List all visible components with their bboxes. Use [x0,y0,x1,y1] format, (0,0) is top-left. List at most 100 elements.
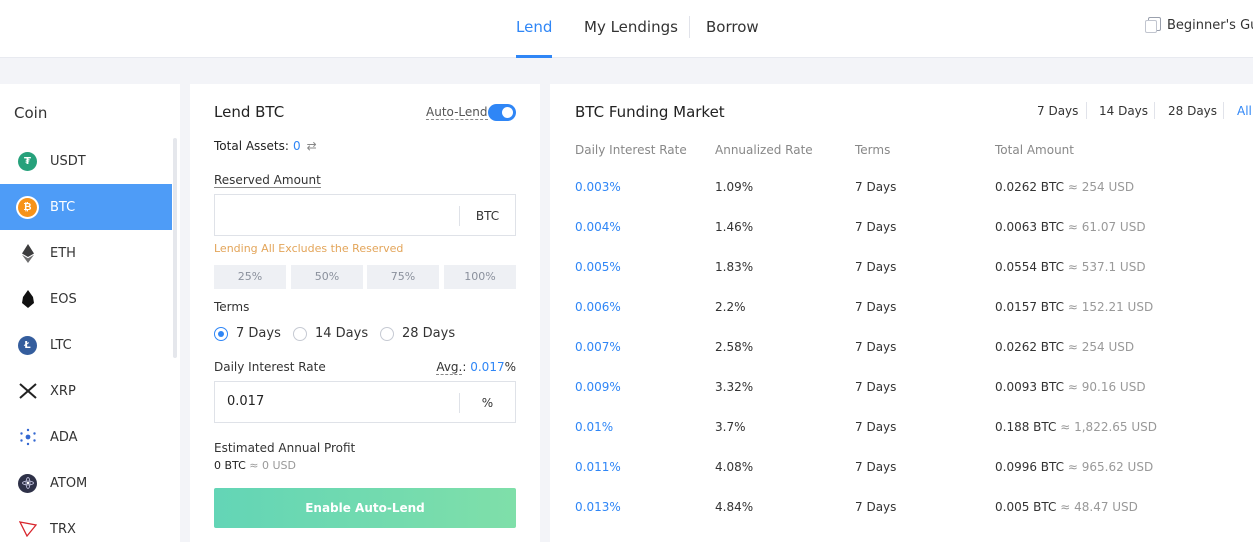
ethereum-icon [18,243,37,263]
percent-100-button[interactable]: 100% [444,265,516,289]
total-assets-label: Total Assets: [214,139,289,153]
coin-item-usdt[interactable]: ₮ USDT [0,138,172,184]
percent-50-button[interactable]: 50% [291,265,363,289]
radio-dot [380,326,394,341]
tab-borrow[interactable]: Borrow [706,18,759,58]
tab-divider [689,16,690,38]
coin-item-xrp[interactable]: XRP [0,368,172,414]
row-annualized-rate: 4.08% [715,460,754,474]
row-term: 7 Days [855,460,897,474]
term-radio-7-days[interactable]: 7 Days [214,326,281,341]
row-amount-btc: 0.005 BTC [995,500,1057,514]
row-amount-btc: 0.188 BTC [995,420,1057,434]
reserved-amount-input[interactable]: BTC [214,194,516,236]
row-daily-rate[interactable]: 0.005% [575,260,621,274]
row-total-amount: 0.0063 BTC ≈ 61.07 USD [995,220,1146,234]
row-total-amount: 0.188 BTC ≈ 1,822.65 USD [995,420,1157,434]
enable-auto-lend-button[interactable]: Enable Auto-Lend [214,488,516,528]
row-term: 7 Days [855,300,897,314]
row-daily-rate[interactable]: 0.007% [575,340,621,354]
coin-label: EOS [50,291,77,307]
filter-7-days[interactable]: 7 Days [1037,104,1078,118]
row-annualized-rate: 1.83% [715,260,754,274]
auto-lend-toggle[interactable] [488,104,516,121]
filter-all[interactable]: All [1237,104,1252,118]
terms-label: Terms [214,300,250,314]
row-amount-usd: ≈ 254 USD [1067,180,1135,194]
lend-form-panel: Lend BTC Auto-Lend Total Assets: 0 ⇄ Reser… [190,84,540,542]
estimated-profit-btc: 0 BTC [214,459,246,472]
filter-divider [1086,102,1087,119]
column-header-daily-rate: Daily Interest Rate [575,143,687,157]
funding-market-title: BTC Funding Market [575,103,725,121]
filter-28-days[interactable]: 28 Days [1168,104,1217,118]
row-term: 7 Days [855,180,897,194]
percent-25-button[interactable]: 25% [214,265,286,289]
term-radio-28-days[interactable]: 28 Days [380,326,455,341]
coin-list-scrollbar[interactable] [173,138,177,358]
auto-lend-label[interactable]: Auto-Lend [426,105,488,120]
row-amount-usd: ≈ 965.62 USD [1067,460,1154,474]
total-assets-value: 0 [292,139,301,153]
row-annualized-rate: 2.2% [715,300,746,314]
term-label: 28 Days [402,326,456,341]
radio-dot [293,326,307,341]
row-amount-btc: 0.0093 BTC [995,380,1065,394]
term-radio-14-days[interactable]: 14 Days [293,326,368,341]
row-term: 7 Days [855,340,897,354]
coin-item-ltc[interactable]: Ł LTC [0,322,172,368]
row-amount-usd: ≈ 1,822.65 USD [1060,420,1157,434]
row-daily-rate[interactable]: 0.003% [575,180,621,194]
daily-interest-rate-unit: % [459,393,515,413]
row-amount-btc: 0.0996 BTC [995,460,1065,474]
row-term: 7 Days [855,380,897,394]
row-daily-rate[interactable]: 0.006% [575,300,621,314]
percent-75-button[interactable]: 75% [367,265,439,289]
average-rate: Avg.: 0.017% [436,360,516,375]
row-daily-rate[interactable]: 0.01% [575,420,613,434]
row-amount-usd: ≈ 152.21 USD [1067,300,1154,314]
reserved-amount-unit: BTC [459,206,515,226]
row-total-amount: 0.0262 BTC ≈ 254 USD [995,180,1134,194]
row-daily-rate[interactable]: 0.004% [575,220,621,234]
average-label: Avg. [436,360,463,375]
cardano-icon [18,428,37,447]
row-total-amount: 0.0093 BTC ≈ 90.16 USD [995,380,1146,394]
daily-interest-rate-value: 0.017 [227,394,265,409]
estimated-profit-value: 0 BTC ≈ 0 USD [214,459,296,472]
row-annualized-rate: 3.32% [715,380,754,394]
tab-lend[interactable]: Lend [516,18,553,58]
coin-item-btc[interactable]: ₿ BTC [0,184,172,230]
coin-item-eos[interactable]: EOS [0,276,172,322]
lend-title: Lend BTC [214,103,285,121]
term-label: 7 Days [236,326,281,341]
cosmos-icon [18,473,37,493]
reserved-amount-label: Reserved Amount [214,173,321,188]
book-icon [1145,17,1161,33]
estimated-profit-usd: ≈ 0 USD [249,459,297,472]
tab-my-lendings[interactable]: My Lendings [584,18,678,58]
funding-market-panel: BTC Funding Market 7 Days 14 Days 28 Day… [550,84,1253,542]
coin-item-eth[interactable]: ETH [0,230,172,276]
row-amount-usd: ≈ 48.47 USD [1060,500,1138,514]
litecoin-icon: Ł [18,335,37,355]
column-header-annualized-rate: Annualized Rate [715,143,813,157]
coin-label: ATOM [50,475,88,491]
transfer-icon[interactable]: ⇄ [307,139,317,153]
row-amount-btc: 0.0262 BTC [995,180,1065,194]
row-amount-usd: ≈ 537.1 USD [1067,260,1146,274]
row-annualized-rate: 4.84% [715,500,754,514]
coin-label: BTC [50,199,76,215]
row-daily-rate[interactable]: 0.011% [575,460,621,474]
coin-item-ada[interactable]: ADA [0,414,172,460]
row-amount-usd: ≈ 254 USD [1067,340,1135,354]
beginners-guide-link[interactable]: Beginner's Gu [1145,17,1253,33]
row-daily-rate[interactable]: 0.013% [575,500,621,514]
coin-item-atom[interactable]: ATOM [0,460,172,506]
filter-14-days[interactable]: 14 Days [1099,104,1148,118]
row-daily-rate[interactable]: 0.009% [575,380,621,394]
daily-interest-rate-input[interactable]: 0.017 % [214,381,516,423]
coin-list-panel: Coin ₮ USDT ₿ BTC ETH EOS Ł LTC XRP ADA [0,84,180,542]
coin-item-trx[interactable]: TRX [0,506,172,542]
term-label: 14 Days [315,326,369,341]
